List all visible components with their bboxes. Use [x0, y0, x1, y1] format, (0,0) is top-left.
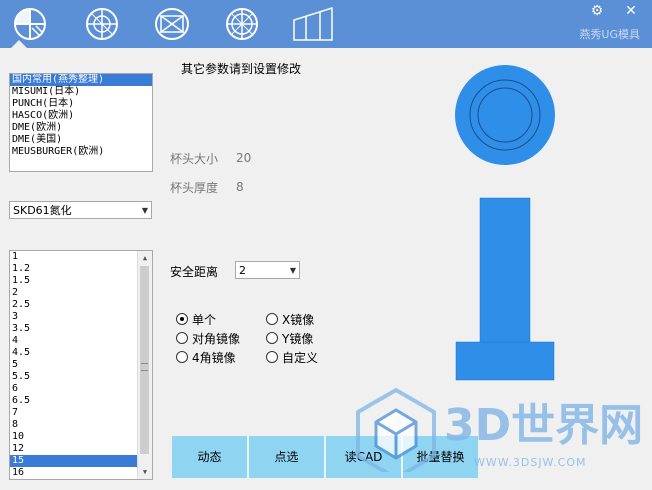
batch-replace-button[interactable]: 批量替换: [403, 436, 478, 478]
mirror-option-radio[interactable]: 对角镜像: [176, 330, 240, 347]
size-list-item[interactable]: 3.5: [10, 323, 137, 335]
top-toolbar: ⚙ ✕ 燕秀UG模具: [0, 0, 652, 48]
pick-point-button[interactable]: 点选: [249, 436, 326, 478]
standard-list[interactable]: 国内常用(燕秀整理) MISUMI(日本) PUNCH(日本) HASCO(欧洲) DM…: [9, 73, 153, 172]
standard-list-item[interactable]: DME(欧洲): [10, 122, 152, 134]
circle-sector-icon[interactable]: [12, 6, 48, 42]
mirror-option-radio[interactable]: 单个: [176, 311, 216, 328]
standard-list-item[interactable]: HASCO(欧洲): [10, 110, 152, 122]
size-list-item[interactable]: 1.5: [10, 275, 137, 287]
part-shank: [479, 197, 531, 344]
radio-circle-icon: [266, 332, 278, 344]
cup-thickness-label: 杯头厚度: [170, 181, 219, 195]
circle-crosshair-icon[interactable]: [84, 6, 120, 42]
size-list-item[interactable]: 4.5: [10, 347, 137, 359]
mirror-option-label: 对角镜像: [192, 332, 241, 346]
size-list-scrollbar[interactable]: ▲ ▼: [137, 251, 152, 479]
size-list-item[interactable]: 1: [10, 251, 137, 263]
read-cad-button[interactable]: 读CAD: [326, 436, 403, 478]
size-list-item[interactable]: 4: [10, 335, 137, 347]
close-icon[interactable]: ✕: [620, 2, 642, 20]
standard-list-item[interactable]: PUNCH(日本): [10, 98, 152, 110]
mirror-option-label: 单个: [192, 313, 217, 327]
chevron-down-icon: ▼: [289, 266, 296, 275]
mirror-option-radio[interactable]: 自定义: [266, 349, 318, 366]
mirror-option-radio[interactable]: 4角镜像: [176, 349, 236, 366]
size-list-item[interactable]: 6.5: [10, 395, 137, 407]
radio-circle-icon: [176, 313, 188, 325]
active-tab-notch: [11, 40, 27, 48]
size-list[interactable]: 1 1.2 1.5 2 2.5 3 3.5 4 4.5 5 5.5 6 6.5 7 8 10 12 15 16 ▲ …: [9, 250, 153, 480]
dynamic-button[interactable]: 动态: [172, 436, 249, 478]
size-list-item[interactable]: 16: [10, 467, 137, 479]
size-list-item[interactable]: 2.5: [10, 299, 137, 311]
circle-grid-icon[interactable]: [224, 6, 260, 42]
scroll-down-icon[interactable]: ▼: [138, 465, 152, 479]
standard-list-item[interactable]: MISUMI(日本): [10, 86, 152, 98]
size-list-item[interactable]: 2: [10, 287, 137, 299]
radio-circle-icon: [266, 351, 278, 363]
part-preview: [455, 65, 555, 381]
scroll-thumb[interactable]: [140, 266, 149, 454]
size-list-item[interactable]: 5.5: [10, 371, 137, 383]
radio-circle-icon: [176, 351, 188, 363]
safe-distance-value: 2: [239, 264, 246, 277]
mirror-option-label: 自定义: [282, 351, 319, 365]
standard-list-item[interactable]: DME(美国): [10, 134, 152, 146]
size-list-item[interactable]: 15: [10, 455, 137, 467]
cup-size-label: 杯头大小: [170, 152, 219, 166]
chevron-down-icon: ▼: [141, 206, 148, 215]
standard-list-item[interactable]: 国内常用(燕秀整理): [10, 74, 152, 86]
mirror-option-label: Y镜像: [282, 332, 314, 346]
size-list-item[interactable]: 10: [10, 431, 137, 443]
settings-gear-icon[interactable]: ⚙: [586, 2, 608, 20]
scroll-up-icon[interactable]: ▲: [138, 251, 152, 265]
material-value: SKD61氮化: [13, 204, 72, 217]
radio-circle-icon: [176, 332, 188, 344]
standard-list-item[interactable]: MEUSBURGER(欧洲): [10, 146, 152, 158]
action-button-bar: 动态 点选 读CAD 批量替换: [172, 436, 478, 478]
grip-icon: [141, 363, 148, 371]
size-list-item[interactable]: 3: [10, 311, 137, 323]
plate-slant-icon[interactable]: [292, 6, 336, 42]
mirror-option-radio[interactable]: X镜像: [266, 311, 314, 328]
radio-circle-icon: [266, 313, 278, 325]
mirror-option-label: 4角镜像: [192, 351, 236, 365]
size-list-item[interactable]: 1.2: [10, 263, 137, 275]
part-cup-head: [455, 341, 555, 381]
cup-thickness-value: 8: [236, 180, 244, 194]
safe-distance-select[interactable]: 2 ▼: [235, 261, 300, 279]
brand-label: 燕秀UG模具: [579, 28, 640, 41]
mirror-option-label: X镜像: [282, 313, 315, 327]
safe-distance-label: 安全距离: [170, 265, 219, 279]
material-select[interactable]: SKD61氮化 ▼: [9, 201, 152, 219]
settings-hint: 其它参数请到设置修改: [181, 62, 302, 76]
size-list-item[interactable]: 8: [10, 419, 137, 431]
size-list-item[interactable]: 6: [10, 383, 137, 395]
rect-cross-icon[interactable]: [154, 6, 190, 42]
size-list-item[interactable]: 5: [10, 359, 137, 371]
cup-size-value: 20: [236, 151, 252, 165]
size-list-item[interactable]: 12: [10, 443, 137, 455]
watermark-url: WWW.3DSJW.COM: [474, 456, 587, 469]
mirror-option-radio[interactable]: Y镜像: [266, 330, 313, 347]
size-list-item[interactable]: 7: [10, 407, 137, 419]
